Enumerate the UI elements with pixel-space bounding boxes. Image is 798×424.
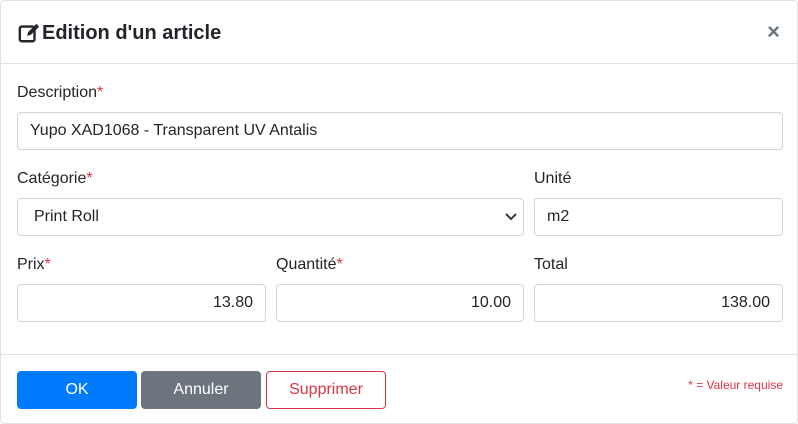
cancel-button[interactable]: Annuler bbox=[141, 371, 261, 409]
required-note: * = Valeur requise bbox=[688, 378, 783, 392]
required-mark: * bbox=[44, 256, 51, 273]
prix-label-text: Prix bbox=[17, 256, 45, 273]
chevron-down-icon bbox=[505, 213, 517, 221]
required-mark: * bbox=[86, 170, 93, 187]
categorie-label: Catégorie* bbox=[17, 169, 93, 189]
quantite-label: Quantité* bbox=[276, 255, 343, 275]
description-label: Description* bbox=[17, 83, 103, 103]
required-mark: * bbox=[97, 84, 104, 101]
quantite-label-text: Quantité bbox=[276, 256, 337, 273]
total-input[interactable]: 138.00 bbox=[534, 284, 783, 322]
unite-input[interactable]: m2 bbox=[534, 198, 783, 236]
total-label: Total bbox=[534, 256, 568, 273]
description-input[interactable]: Yupo XAD1068 - Transparent UV Antalis bbox=[17, 112, 783, 150]
dialog-title: Edition d'un article bbox=[42, 22, 222, 44]
unite-label: Unité bbox=[534, 170, 572, 187]
edit-icon bbox=[18, 23, 40, 43]
quantite-input[interactable]: 10.00 bbox=[276, 284, 524, 322]
dialog-header: Edition d'un article × bbox=[1, 1, 797, 64]
categorie-select[interactable]: Print Roll bbox=[17, 198, 524, 236]
description-label-text: Description bbox=[17, 84, 98, 101]
edit-article-dialog: Edition d'un article × Description* Yupo… bbox=[0, 0, 798, 424]
prix-label: Prix* bbox=[17, 255, 51, 275]
dialog-footer: OK Annuler Supprimer * = Valeur requise bbox=[1, 354, 797, 424]
delete-button[interactable]: Supprimer bbox=[266, 371, 386, 409]
required-mark: * bbox=[336, 256, 343, 273]
ok-button[interactable]: OK bbox=[17, 371, 137, 409]
prix-input[interactable]: 13.80 bbox=[17, 284, 266, 322]
categorie-label-text: Catégorie bbox=[17, 170, 87, 187]
close-icon[interactable]: × bbox=[767, 19, 780, 45]
categorie-select-value: Print Roll bbox=[34, 208, 99, 225]
